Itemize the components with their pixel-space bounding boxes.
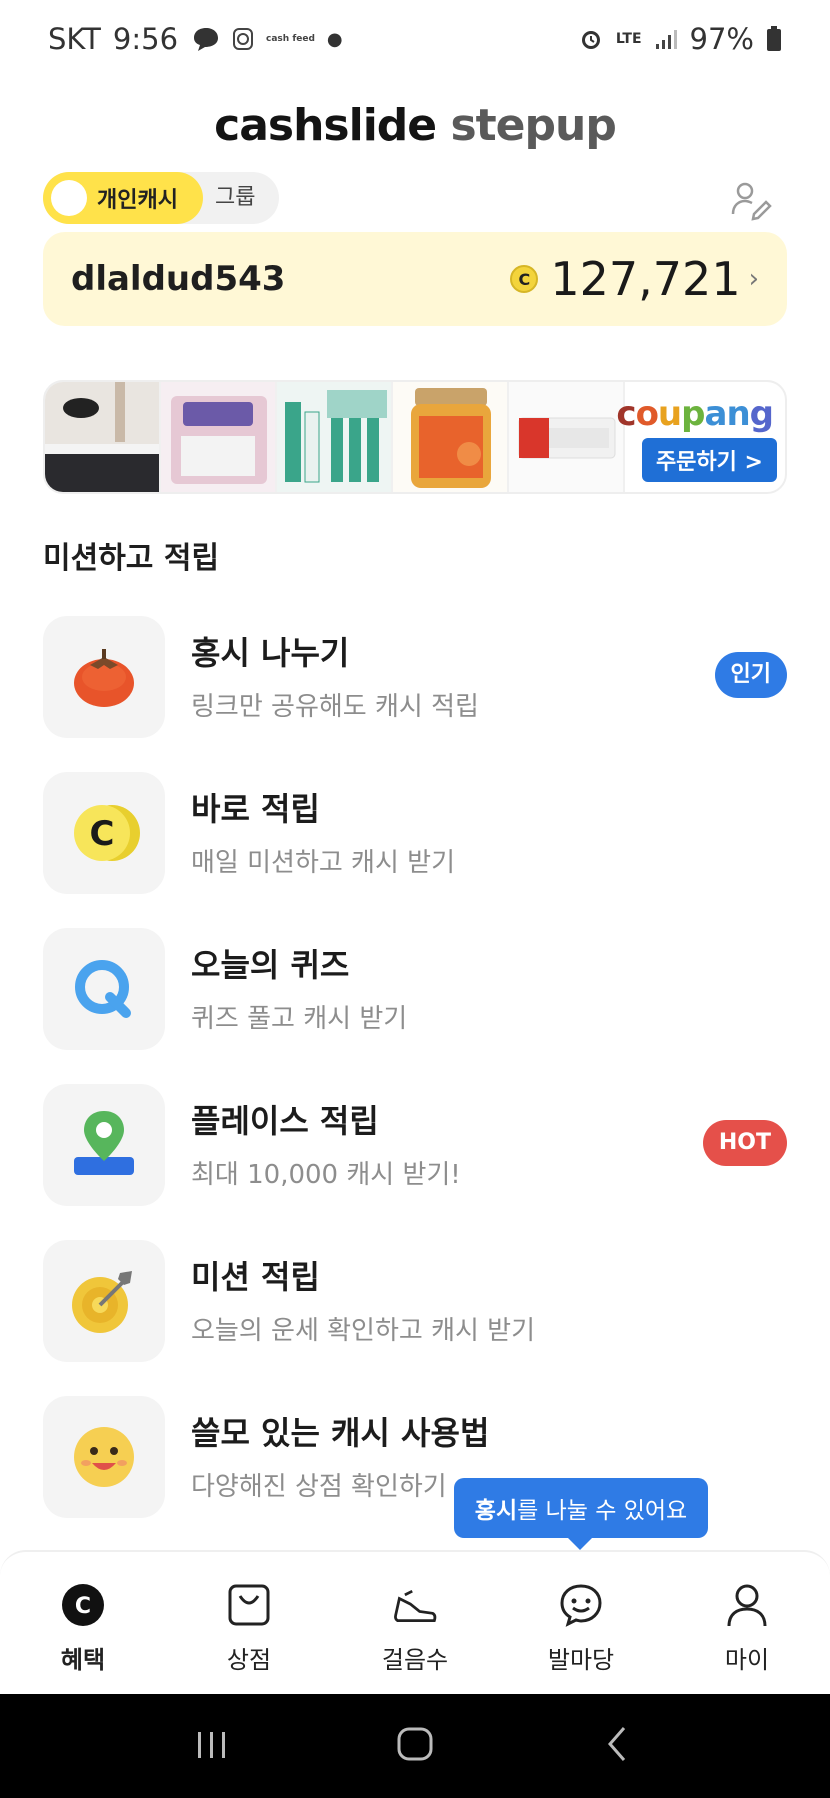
mission-title: 플레이스 적립 [191, 1102, 379, 1140]
bottom-nav: C 혜택 상점 걸음수 발마당 마이 [0, 1550, 830, 1694]
status-bar: SKT 9:56 cash feed ● LTE 97% [0, 0, 830, 78]
target-icon [43, 1240, 165, 1362]
battery-text: 97% [689, 22, 754, 56]
nav-label: 상점 [226, 1646, 272, 1674]
toggle-personal-label: 개인캐시 [97, 188, 178, 213]
mission-subtitle: 매일 미션하고 캐시 받기 [191, 848, 455, 878]
hot-badge: HOT [702, 1120, 787, 1166]
share-tooltip[interactable]: 홍시 를 나눌 수 있어요 [454, 1478, 708, 1550]
mission-item-instant-earn[interactable]: C 바로 적립 매일 미션하고 캐시 받기 [43, 772, 787, 928]
carrier-text: SKT [48, 22, 101, 56]
balance-card[interactable]: dlaldud543 C 127,721 › [43, 232, 787, 326]
mission-subtitle: 다양해진 상점 확인하기 [191, 1472, 447, 1502]
peanut-butter-product-image[interactable] [393, 382, 509, 492]
network-text: LTE [615, 31, 642, 47]
nav-item-my[interactable]: 마이 [664, 1552, 830, 1694]
cash-coin-icon: C [43, 772, 165, 894]
svg-text:C: C [90, 814, 115, 854]
mission-title: 오늘의 퀴즈 [191, 946, 350, 984]
system-nav-bar [0, 1694, 830, 1798]
balance-value: 127,721 [550, 252, 741, 306]
quiz-q-icon [43, 928, 165, 1050]
mission-item-hongsi[interactable]: 홍시 나누기 링크만 공유해도 캐시 적립 인기 [43, 616, 787, 772]
watch-app-icon [232, 25, 254, 53]
toothpaste-product-image[interactable] [277, 382, 393, 492]
status-right: LTE 97% [578, 22, 782, 56]
status-left: SKT 9:56 cash feed ● [48, 22, 343, 56]
app-brand-title: cashslide stepup [0, 100, 830, 151]
mission-title: 쓸모 있는 캐시 사용법 [191, 1414, 490, 1452]
smile-chat-icon [558, 1582, 604, 1628]
svg-text:C: C [75, 1594, 91, 1619]
coupang-ad-banner[interactable]: coupang 주문하기 > [43, 380, 787, 494]
mission-subtitle: 링크만 공유해도 캐시 적립 [191, 692, 479, 722]
back-icon[interactable] [598, 1724, 638, 1768]
recent-apps-icon[interactable] [192, 1724, 232, 1768]
nav-label: 마이 [724, 1646, 770, 1674]
coupang-logo: coupang [616, 394, 774, 434]
cash-c-icon: C [60, 1582, 106, 1628]
chat-bubble-icon [190, 26, 220, 52]
mission-title: 미션 적립 [191, 1258, 320, 1296]
time-text: 9:56 [112, 22, 179, 56]
persimmon-icon [43, 616, 165, 738]
tooltip-bold: 홍시 [474, 1498, 518, 1524]
tooltip-text: 를 나눌 수 있어요 [517, 1498, 688, 1524]
mission-item-mission[interactable]: 미션 적립 오늘의 운세 확인하고 캐시 받기 [43, 1240, 787, 1396]
signal-icon [654, 28, 678, 50]
nav-item-benefits[interactable]: C 혜택 [0, 1552, 166, 1694]
nav-label: 발마당 [547, 1646, 615, 1674]
popular-badge: 인기 [714, 652, 787, 698]
mission-subtitle: 퀴즈 풀고 캐시 받기 [191, 1004, 408, 1034]
toggle-knob [51, 180, 87, 216]
map-pin-icon [43, 1084, 165, 1206]
nav-label: 혜택 [60, 1646, 106, 1674]
coin-icon: C [510, 265, 539, 293]
balance[interactable]: C 127,721 › [510, 252, 759, 306]
brand-main: cashslide [214, 100, 437, 151]
mission-subtitle: 오늘의 운세 확인하고 캐시 받기 [191, 1316, 536, 1346]
nav-item-community[interactable]: 발마당 [498, 1552, 664, 1694]
nav-item-store[interactable]: 상점 [166, 1552, 332, 1694]
order-button[interactable]: 주문하기 > [641, 438, 777, 482]
smiley-face-icon [43, 1396, 165, 1518]
dot-icon: ● [326, 28, 343, 50]
username: dlaldud543 [71, 259, 286, 299]
coupang-cta[interactable]: coupang 주문하기 > [616, 382, 785, 492]
tissue-product-image[interactable] [161, 382, 277, 492]
mission-item-quiz[interactable]: 오늘의 퀴즈 퀴즈 풀고 캐시 받기 [43, 928, 787, 1084]
alarm-icon [578, 26, 604, 52]
mission-title: 바로 적립 [191, 790, 320, 828]
shopping-bag-icon [226, 1582, 272, 1628]
toggle-personal[interactable]: 개인캐시 [43, 172, 203, 224]
person-icon [724, 1582, 770, 1628]
mission-subtitle: 최대 10,000 캐시 받기! [191, 1160, 461, 1190]
profile-edit-icon[interactable] [728, 178, 772, 222]
mission-title: 홍시 나누기 [191, 634, 350, 672]
brand-sub: stepup [450, 100, 616, 151]
toggle-group[interactable]: 그룹 [215, 172, 255, 224]
home-icon[interactable] [395, 1724, 435, 1768]
chevron-right-icon: › [748, 264, 759, 294]
cash-feed-logo: cash feed [266, 33, 315, 44]
nav-item-steps[interactable]: 걸음수 [332, 1552, 498, 1694]
battery-icon [766, 26, 782, 52]
nav-label: 걸음수 [381, 1646, 449, 1674]
section-title: 미션하고 적립 [43, 541, 220, 576]
mission-item-place[interactable]: 플레이스 적립 최대 10,000 캐시 받기! HOT [43, 1084, 787, 1240]
sneaker-icon [392, 1582, 438, 1628]
cash-type-toggle[interactable]: 개인캐시 그룹 [43, 172, 279, 224]
mattress-product-image[interactable] [45, 382, 161, 492]
mission-list: 홍시 나누기 링크만 공유해도 캐시 적립 인기 C 바로 적립 매일 미션하고… [43, 616, 787, 1552]
wrap-product-image[interactable] [509, 382, 625, 492]
